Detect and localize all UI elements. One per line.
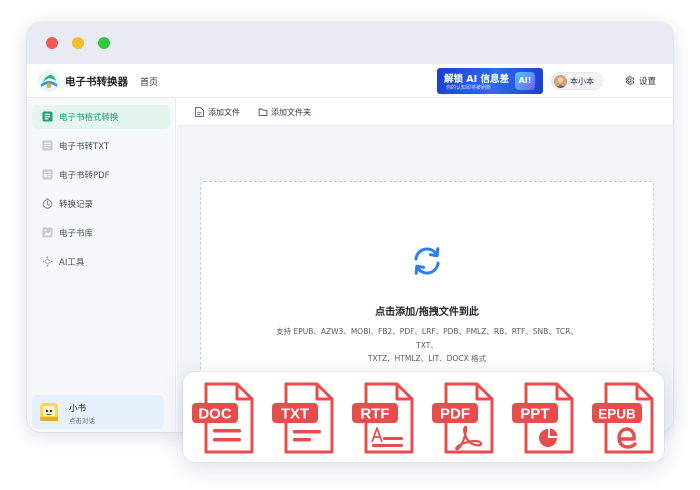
refresh-convert-icon xyxy=(414,247,440,275)
supported-formats-text: 支持 EPUB、AZW3、MOBI、FB2、PDF、LRF、PDB、PMLZ、R… xyxy=(271,325,583,366)
minimize-window-button[interactable] xyxy=(72,37,84,49)
doc-file-icon: DOC xyxy=(192,382,254,454)
sidebar-item-history[interactable]: 转换记录 xyxy=(32,192,170,216)
maximize-window-button[interactable] xyxy=(98,37,110,49)
txt-file-icon: TXT xyxy=(272,382,334,454)
add-folder-label: 添加文件夹 xyxy=(271,108,311,117)
assistant-name: 小书 xyxy=(69,404,87,414)
sidebar-item-label: 电子书库 xyxy=(59,229,94,239)
sidebar-item-label: 电子书格式转换 xyxy=(59,113,119,123)
add-file-button[interactable]: 添加文件 xyxy=(195,105,251,119)
main-toolbar: 添加文件 添加文件夹 xyxy=(177,98,673,126)
library-icon xyxy=(42,227,53,238)
formats-line-1: 支持 EPUB、AZW3、MOBI、FB2、PDF、LRF、PDB、PMLZ、R… xyxy=(276,327,578,350)
rtf-file-icon: RTF xyxy=(352,382,414,454)
file-icon xyxy=(195,107,204,117)
sidebar-item-library[interactable]: 电子书库 xyxy=(32,221,170,245)
sidebar-item-label: 转换记录 xyxy=(59,200,94,210)
sidebar-item-label: 电子书转PDF xyxy=(59,171,110,181)
user-avatar-icon xyxy=(554,75,567,88)
pdf-file-icon: PDF xyxy=(432,382,494,454)
epub-file-icon: EPUB xyxy=(592,382,654,454)
ppt-file-icon: PPT xyxy=(512,382,574,454)
promo-main-text: 解锁 AI 信息差 xyxy=(444,74,510,85)
assistant-chat-button[interactable]: 小书 点击对话 xyxy=(32,395,164,429)
sidebar-item-label: 电子书转TXT xyxy=(59,142,110,152)
pdf-doc-icon xyxy=(42,169,53,180)
doc-card-label: DOC xyxy=(198,406,232,423)
app-header: 电子书转换器 首页 解锁 AI 信息差 你的认知即将被刷新 AI! 本小本 设置 xyxy=(27,64,673,98)
rtf-card-label: RTF xyxy=(360,406,389,423)
add-folder-button[interactable]: 添加文件夹 xyxy=(258,105,326,119)
user-name: 本小本 xyxy=(570,77,594,86)
sidebar: 电子书格式转换 电子书转TXT 电子书转PDF 转换记录 电子书库 AI工具 小… xyxy=(27,98,176,432)
sidebar-item-to-pdf[interactable]: 电子书转PDF xyxy=(32,163,170,187)
close-window-button[interactable] xyxy=(46,37,58,49)
promo-sub-text: 你的认知即将被刷新 xyxy=(446,85,492,91)
formats-line-2: TXTZ、HTMLZ、LIT、DOCX 格式 xyxy=(367,354,487,363)
sidebar-item-format-convert[interactable]: 电子书格式转换 xyxy=(32,105,170,129)
sidebar-item-to-txt[interactable]: 电子书转TXT xyxy=(32,134,170,158)
folder-icon xyxy=(258,108,268,117)
txt-doc-icon xyxy=(42,140,53,151)
add-file-label: 添加文件 xyxy=(208,108,240,117)
app-title: 电子书转换器 xyxy=(65,76,128,88)
pdf-card-label: PDF xyxy=(440,406,470,423)
nav-home-link[interactable]: 首页 xyxy=(140,75,158,88)
ai-promo-banner[interactable]: 解锁 AI 信息差 你的认知即将被刷新 AI! xyxy=(437,68,543,94)
gear-icon xyxy=(625,76,635,85)
user-profile-pill[interactable]: 本小本 xyxy=(551,72,603,90)
sparkle-icon xyxy=(42,256,53,267)
format-showcase-card: DOC TXT RTF PDF PPT EPUB xyxy=(183,372,664,462)
promo-ai-badge: AI! xyxy=(515,72,535,90)
settings-label: 设置 xyxy=(639,77,657,87)
convert-icon xyxy=(42,111,53,122)
epub-card-label: EPUB xyxy=(598,407,636,422)
book-mascot-icon xyxy=(40,403,58,421)
sidebar-item-ai-tools[interactable]: AI工具 xyxy=(32,250,170,274)
file-drop-zone[interactable]: 点击添加/拖拽文件到此 支持 EPUB、AZW3、MOBI、FB2、PDF、LR… xyxy=(200,181,654,381)
txt-card-label: TXT xyxy=(281,406,309,423)
ppt-card-label: PPT xyxy=(520,406,549,423)
clock-icon xyxy=(42,198,53,209)
title-bar xyxy=(27,22,673,64)
app-window: 电子书转换器 首页 解锁 AI 信息差 你的认知即将被刷新 AI! 本小本 设置 xyxy=(27,22,673,432)
drop-zone-title: 点击添加/拖拽文件到此 xyxy=(375,307,479,318)
assistant-subtitle: 点击对话 xyxy=(69,417,95,425)
app-logo-icon xyxy=(38,70,60,92)
sidebar-item-label: AI工具 xyxy=(59,258,85,268)
